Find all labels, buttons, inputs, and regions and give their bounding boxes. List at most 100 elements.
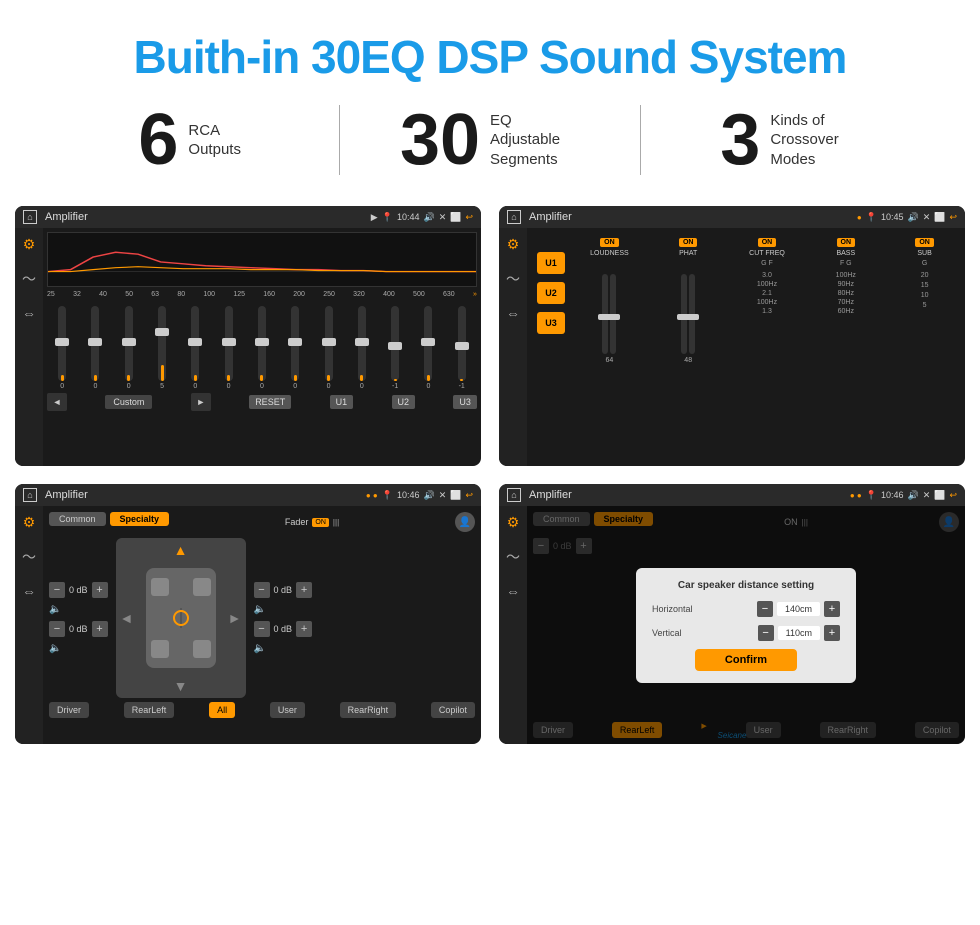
tab-specialty[interactable]: Specialty [110, 512, 170, 526]
phat-slider2[interactable] [689, 274, 695, 354]
eq-slider-5[interactable]: 0 [191, 306, 199, 390]
loudness-slider2[interactable] [610, 274, 616, 354]
arrow-right[interactable]: ► [228, 610, 242, 626]
u1-btn[interactable]: U1 [537, 252, 565, 274]
screen-icon-dialog[interactable]: ⬜ [934, 490, 945, 501]
expand-icon-fader[interactable]: ⇔ [22, 583, 36, 599]
confirm-button[interactable]: Confirm [695, 649, 797, 671]
eq-slider-11[interactable]: -1 [391, 306, 399, 390]
vertical-minus-btn[interactable]: − [758, 625, 774, 641]
u2-btn[interactable]: U2 [537, 282, 565, 304]
channel-bass: ON BASS F G 100Hz 90Hz 80Hz 70Hz 60Hz [811, 238, 880, 342]
eq-icon-dialog[interactable]: ⚙ [507, 514, 520, 531]
db-plus-fr[interactable]: + [296, 582, 312, 598]
eq-reset-btn[interactable]: RESET [249, 395, 291, 409]
eq-u1-btn[interactable]: U1 [330, 395, 354, 409]
u3-btn[interactable]: U3 [537, 312, 565, 334]
eq-slider-2[interactable]: 0 [91, 306, 99, 390]
db-minus-rr[interactable]: − [254, 621, 270, 637]
volume-icon-amp[interactable]: 🔊 [907, 212, 918, 223]
eq-slider-4[interactable]: 5 [158, 306, 166, 390]
wave-icon-dialog[interactable]: 〜 [506, 547, 520, 567]
left-controls: − 0 dB + 🔈 − 0 dB + 🔈 [49, 582, 108, 654]
bass-letters: F G [840, 260, 852, 267]
db-plus-fl[interactable]: + [92, 582, 108, 598]
close-icon-fader[interactable]: ✕ [439, 490, 447, 501]
eq-slider-13[interactable]: -1 [458, 306, 466, 390]
eq-slider-10[interactable]: 0 [358, 306, 366, 390]
rear-left-btn[interactable]: RearLeft [124, 702, 175, 718]
horizontal-minus-btn[interactable]: − [757, 601, 773, 617]
eq-bottom-row: ◄ Custom ► RESET U1 U2 U3 [47, 393, 477, 411]
screen-icon-fader[interactable]: ⬜ [450, 490, 461, 501]
user-btn[interactable]: User [270, 702, 305, 718]
driver-btn[interactable]: Driver [49, 702, 89, 718]
vertical-plus-btn[interactable]: + [824, 625, 840, 641]
amp-u-buttons: U1 U2 U3 [533, 244, 569, 460]
expand-icon-dialog[interactable]: ⇔ [506, 583, 520, 599]
all-btn[interactable]: All [209, 702, 235, 718]
rear-right-btn[interactable]: RearRight [340, 702, 397, 718]
home-icon-fader[interactable]: ⌂ [23, 488, 37, 502]
avatar-icon[interactable]: 👤 [455, 512, 475, 532]
back-icon[interactable]: ↩ [465, 212, 473, 223]
eq-slider-8[interactable]: 0 [291, 306, 299, 390]
eq-slider-3[interactable]: 0 [125, 306, 133, 390]
eq-slider-7[interactable]: 0 [258, 306, 266, 390]
eq-back-btn[interactable]: ◄ [47, 393, 67, 411]
back-icon-amp[interactable]: ↩ [949, 212, 957, 223]
eq-slider-6[interactable]: 0 [225, 306, 233, 390]
eq-slider-12[interactable]: 0 [424, 306, 432, 390]
db-control-fl: − 0 dB + [49, 582, 108, 598]
play-icon[interactable]: ▶ [371, 212, 378, 223]
db-minus-fr[interactable]: − [254, 582, 270, 598]
seat-rr [193, 640, 211, 658]
home-icon[interactable]: ⌂ [23, 210, 37, 224]
screen-icon[interactable]: ⬜ [450, 212, 461, 223]
wave-icon[interactable]: 〜 [22, 269, 36, 289]
volume-icon[interactable]: 🔊 [423, 212, 434, 223]
expand-icon[interactable]: ⇔ [22, 305, 36, 321]
db-minus-fl[interactable]: − [49, 582, 65, 598]
eq-slider-1[interactable]: 0 [58, 306, 66, 390]
dialog-title: Car speaker distance setting [652, 580, 840, 591]
channel-phat-label: PHAT [679, 250, 697, 257]
vertical-value-group: − 110cm + [758, 625, 840, 641]
db-plus-rl[interactable]: + [92, 621, 108, 637]
eq-icon-fader[interactable]: ⚙ [23, 514, 36, 531]
horizontal-plus-btn[interactable]: + [824, 601, 840, 617]
db-minus-rl[interactable]: − [49, 621, 65, 637]
arrow-left[interactable]: ◄ [120, 610, 134, 626]
screen-icon-amp[interactable]: ⬜ [934, 212, 945, 223]
seat-rl [151, 640, 169, 658]
close-icon-amp[interactable]: ✕ [923, 212, 931, 223]
fader-status-bar: ⌂ Amplifier ● ● 📍 10:46 🔊 ✕ ⬜ ↩ [15, 484, 481, 506]
volume-icon-fader[interactable]: 🔊 [423, 490, 434, 501]
arrow-up[interactable]: ▲ [174, 542, 188, 558]
eq-slider-9[interactable]: 0 [325, 306, 333, 390]
tab-common[interactable]: Common [49, 512, 106, 526]
home-icon-amp[interactable]: ⌂ [507, 210, 521, 224]
arrow-more-icon[interactable]: » [473, 291, 477, 298]
expand-icon-amp[interactable]: ⇔ [506, 305, 520, 321]
home-icon-dialog[interactable]: ⌂ [507, 488, 521, 502]
amp-content-wrap: ⚙ 〜 ⇔ U1 U2 U3 ON LOUDNESS [499, 228, 965, 466]
wave-icon-fader[interactable]: 〜 [22, 547, 36, 567]
arrow-down[interactable]: ▼ [174, 678, 188, 694]
eq-icon[interactable]: ⚙ [23, 236, 36, 253]
back-icon-dialog[interactable]: ↩ [949, 490, 957, 501]
db-plus-rr[interactable]: + [296, 621, 312, 637]
eq-icon-amp[interactable]: ⚙ [507, 236, 520, 253]
close-icon[interactable]: ✕ [439, 212, 447, 223]
eq-status-bar: ⌂ Amplifier ▶ 📍 10:44 🔊 ✕ ⬜ ↩ [15, 206, 481, 228]
eq-custom-btn[interactable]: Custom [105, 395, 152, 409]
eq-u3-btn[interactable]: U3 [453, 395, 477, 409]
close-icon-dialog[interactable]: ✕ [923, 490, 931, 501]
wave-icon-amp[interactable]: 〜 [506, 269, 520, 289]
copilot-btn[interactable]: Copilot [431, 702, 475, 718]
stat-crossover: 3 Kinds ofCrossover Modes [641, 104, 940, 176]
eq-forward-btn[interactable]: ► [191, 393, 211, 411]
back-icon-fader[interactable]: ↩ [465, 490, 473, 501]
eq-u2-btn[interactable]: U2 [392, 395, 416, 409]
volume-icon-dialog[interactable]: 🔊 [907, 490, 918, 501]
